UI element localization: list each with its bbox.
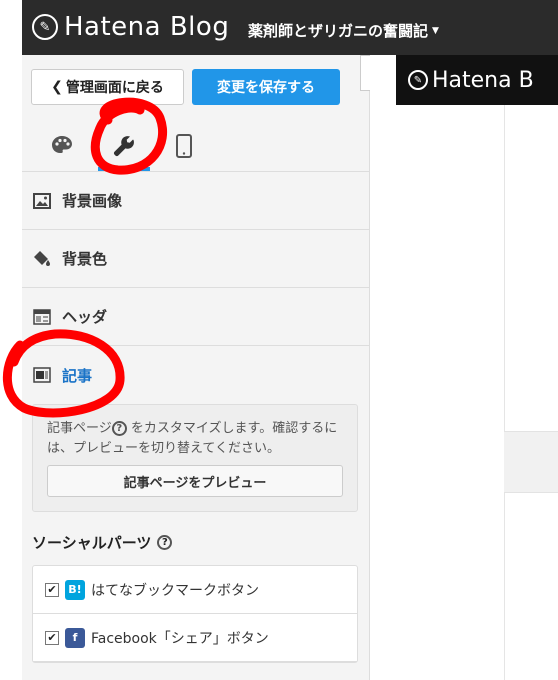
back-label: 管理画面に戻る	[65, 80, 164, 96]
social-parts-heading: ソーシャルパーツ ?	[22, 512, 369, 565]
preview-divider	[504, 105, 505, 680]
menu-item-label: 背景色	[62, 250, 108, 268]
article-settings-panel: 記事ページ? をカスタマイズします。確認するには、プレビューを切り替えてください…	[32, 404, 358, 512]
menu-item-background-image[interactable]: 背景画像	[22, 172, 369, 230]
menu-item-article[interactable]: 記事	[22, 346, 369, 404]
tab-smartphone[interactable]	[164, 126, 204, 166]
caret-down-icon: ▼	[432, 25, 439, 36]
blog-preview-pane: ✎ Hatena B	[370, 55, 558, 680]
checkbox-hatena-bookmark[interactable]: ✔	[45, 582, 59, 597]
hatena-pen-icon: ✎	[32, 14, 58, 40]
sidebar-header: ❮ 管理画面に戻る 変更を保存する	[22, 55, 369, 120]
paint-bucket-icon	[32, 249, 52, 269]
hatena-bookmark-icon: B!	[65, 579, 85, 600]
image-icon	[32, 191, 52, 211]
blog-name-text: 薬剤師とザリガニの奮闘記	[248, 22, 429, 40]
preview-article-button[interactable]: 記事ページをプレビュー	[47, 465, 343, 497]
logo-text: Hatena Blog	[64, 12, 230, 42]
facebook-icon: f	[65, 627, 85, 648]
active-tab-indicator	[98, 167, 150, 171]
article-description: 記事ページ? をカスタマイズします。確認するには、プレビューを切り替えてください…	[47, 421, 338, 456]
tab-customize[interactable]	[104, 126, 144, 166]
menu-item-label: 記事	[62, 366, 93, 385]
help-icon[interactable]: ?	[157, 535, 173, 550]
customize-menu: 背景画像 背景色 ヘッダ 記事 記事ページ? をカスタマイズします。確認するには…	[22, 172, 369, 663]
help-icon[interactable]: ?	[111, 421, 127, 436]
menu-item-label: 背景画像	[62, 192, 123, 210]
save-changes-button[interactable]: 変更を保存する	[192, 69, 340, 105]
blog-name-menu[interactable]: 薬剤師とザリガニの奮闘記 ▼	[248, 20, 439, 41]
checkbox-facebook-share[interactable]: ✔	[45, 630, 59, 645]
header-layout-icon	[32, 307, 52, 327]
list-item[interactable]: ✔ f Facebook「シェア」ボタン	[33, 614, 357, 662]
social-parts-list: ✔ B! はてなブックマークボタン ✔ f Facebook「シェア」ボタン	[32, 565, 358, 663]
customize-sidebar: ❮ 管理画面に戻る 変更を保存する 背景画像 背景色 ヘッダ 記事 記事ページ …	[22, 55, 370, 680]
social-item-label: はてなブックマークボタン	[91, 582, 259, 599]
menu-item-label: ヘッダ	[62, 308, 108, 326]
preview-header-bar: ✎ Hatena B	[396, 55, 558, 105]
chevron-left-icon: ❮	[51, 79, 63, 95]
hatena-blog-logo[interactable]: ✎ Hatena Blog	[32, 12, 229, 42]
sidebar-tabs	[22, 120, 369, 172]
tab-design[interactable]	[42, 126, 82, 166]
back-to-dashboard-button[interactable]: ❮ 管理画面に戻る	[31, 69, 184, 105]
palette-icon	[52, 136, 72, 153]
top-bar: ✎ Hatena Blog 薬剤師とザリガニの奮闘記 ▼	[22, 0, 558, 55]
wrench-icon	[113, 136, 134, 157]
article-layout-icon	[32, 365, 52, 385]
menu-item-background-color[interactable]: 背景色	[22, 230, 369, 288]
social-item-label: Facebook「シェア」ボタン	[91, 630, 269, 647]
preview-content-block	[504, 431, 558, 493]
hatena-pen-icon: ✎	[408, 70, 428, 90]
smartphone-icon	[176, 134, 192, 158]
left-margin	[0, 0, 22, 680]
list-item[interactable]: ✔ B! はてなブックマークボタン	[33, 566, 357, 614]
preview-logo-text: Hatena B	[432, 67, 534, 93]
menu-item-header[interactable]: ヘッダ	[22, 288, 369, 346]
